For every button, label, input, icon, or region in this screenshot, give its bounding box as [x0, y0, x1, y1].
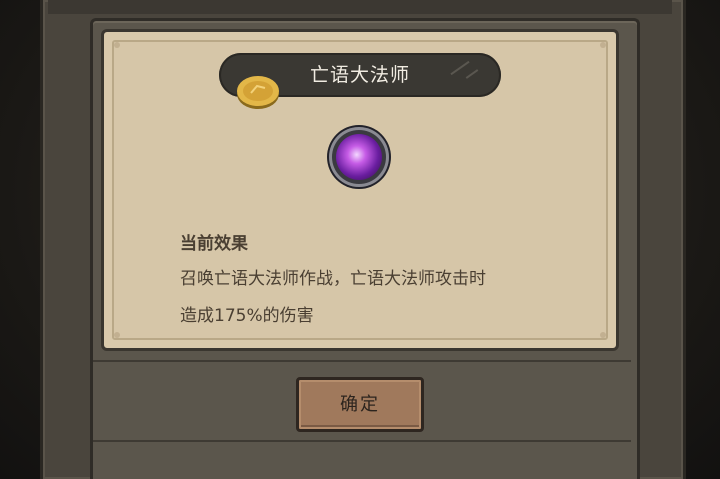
- corner-nail: [600, 42, 606, 48]
- confirm-button-label: 确定: [340, 394, 380, 415]
- effect-description-line: 召唤亡语大法师作战，亡语大法师攻击时: [180, 269, 486, 289]
- corner-nail: [114, 42, 120, 48]
- skill-orb-icon: [329, 127, 389, 187]
- board-plank-line: [93, 440, 631, 442]
- effect-heading: 当前效果: [180, 234, 248, 254]
- corner-nail: [114, 332, 120, 338]
- confirm-button[interactable]: 确定: [296, 377, 424, 432]
- frame-top-edge: [48, 0, 672, 14]
- game-screen: 亡语大法师 当前效果 召唤亡语大法师作战，亡语大法师攻击时 造成175%的伤害 …: [0, 0, 720, 479]
- purple-magic-orb-icon: [336, 134, 382, 180]
- effect-description-line: 造成175%的伤害: [180, 306, 314, 326]
- board-plank-line: [93, 360, 631, 362]
- gold-coin-icon: [237, 76, 279, 109]
- corner-nail: [600, 332, 606, 338]
